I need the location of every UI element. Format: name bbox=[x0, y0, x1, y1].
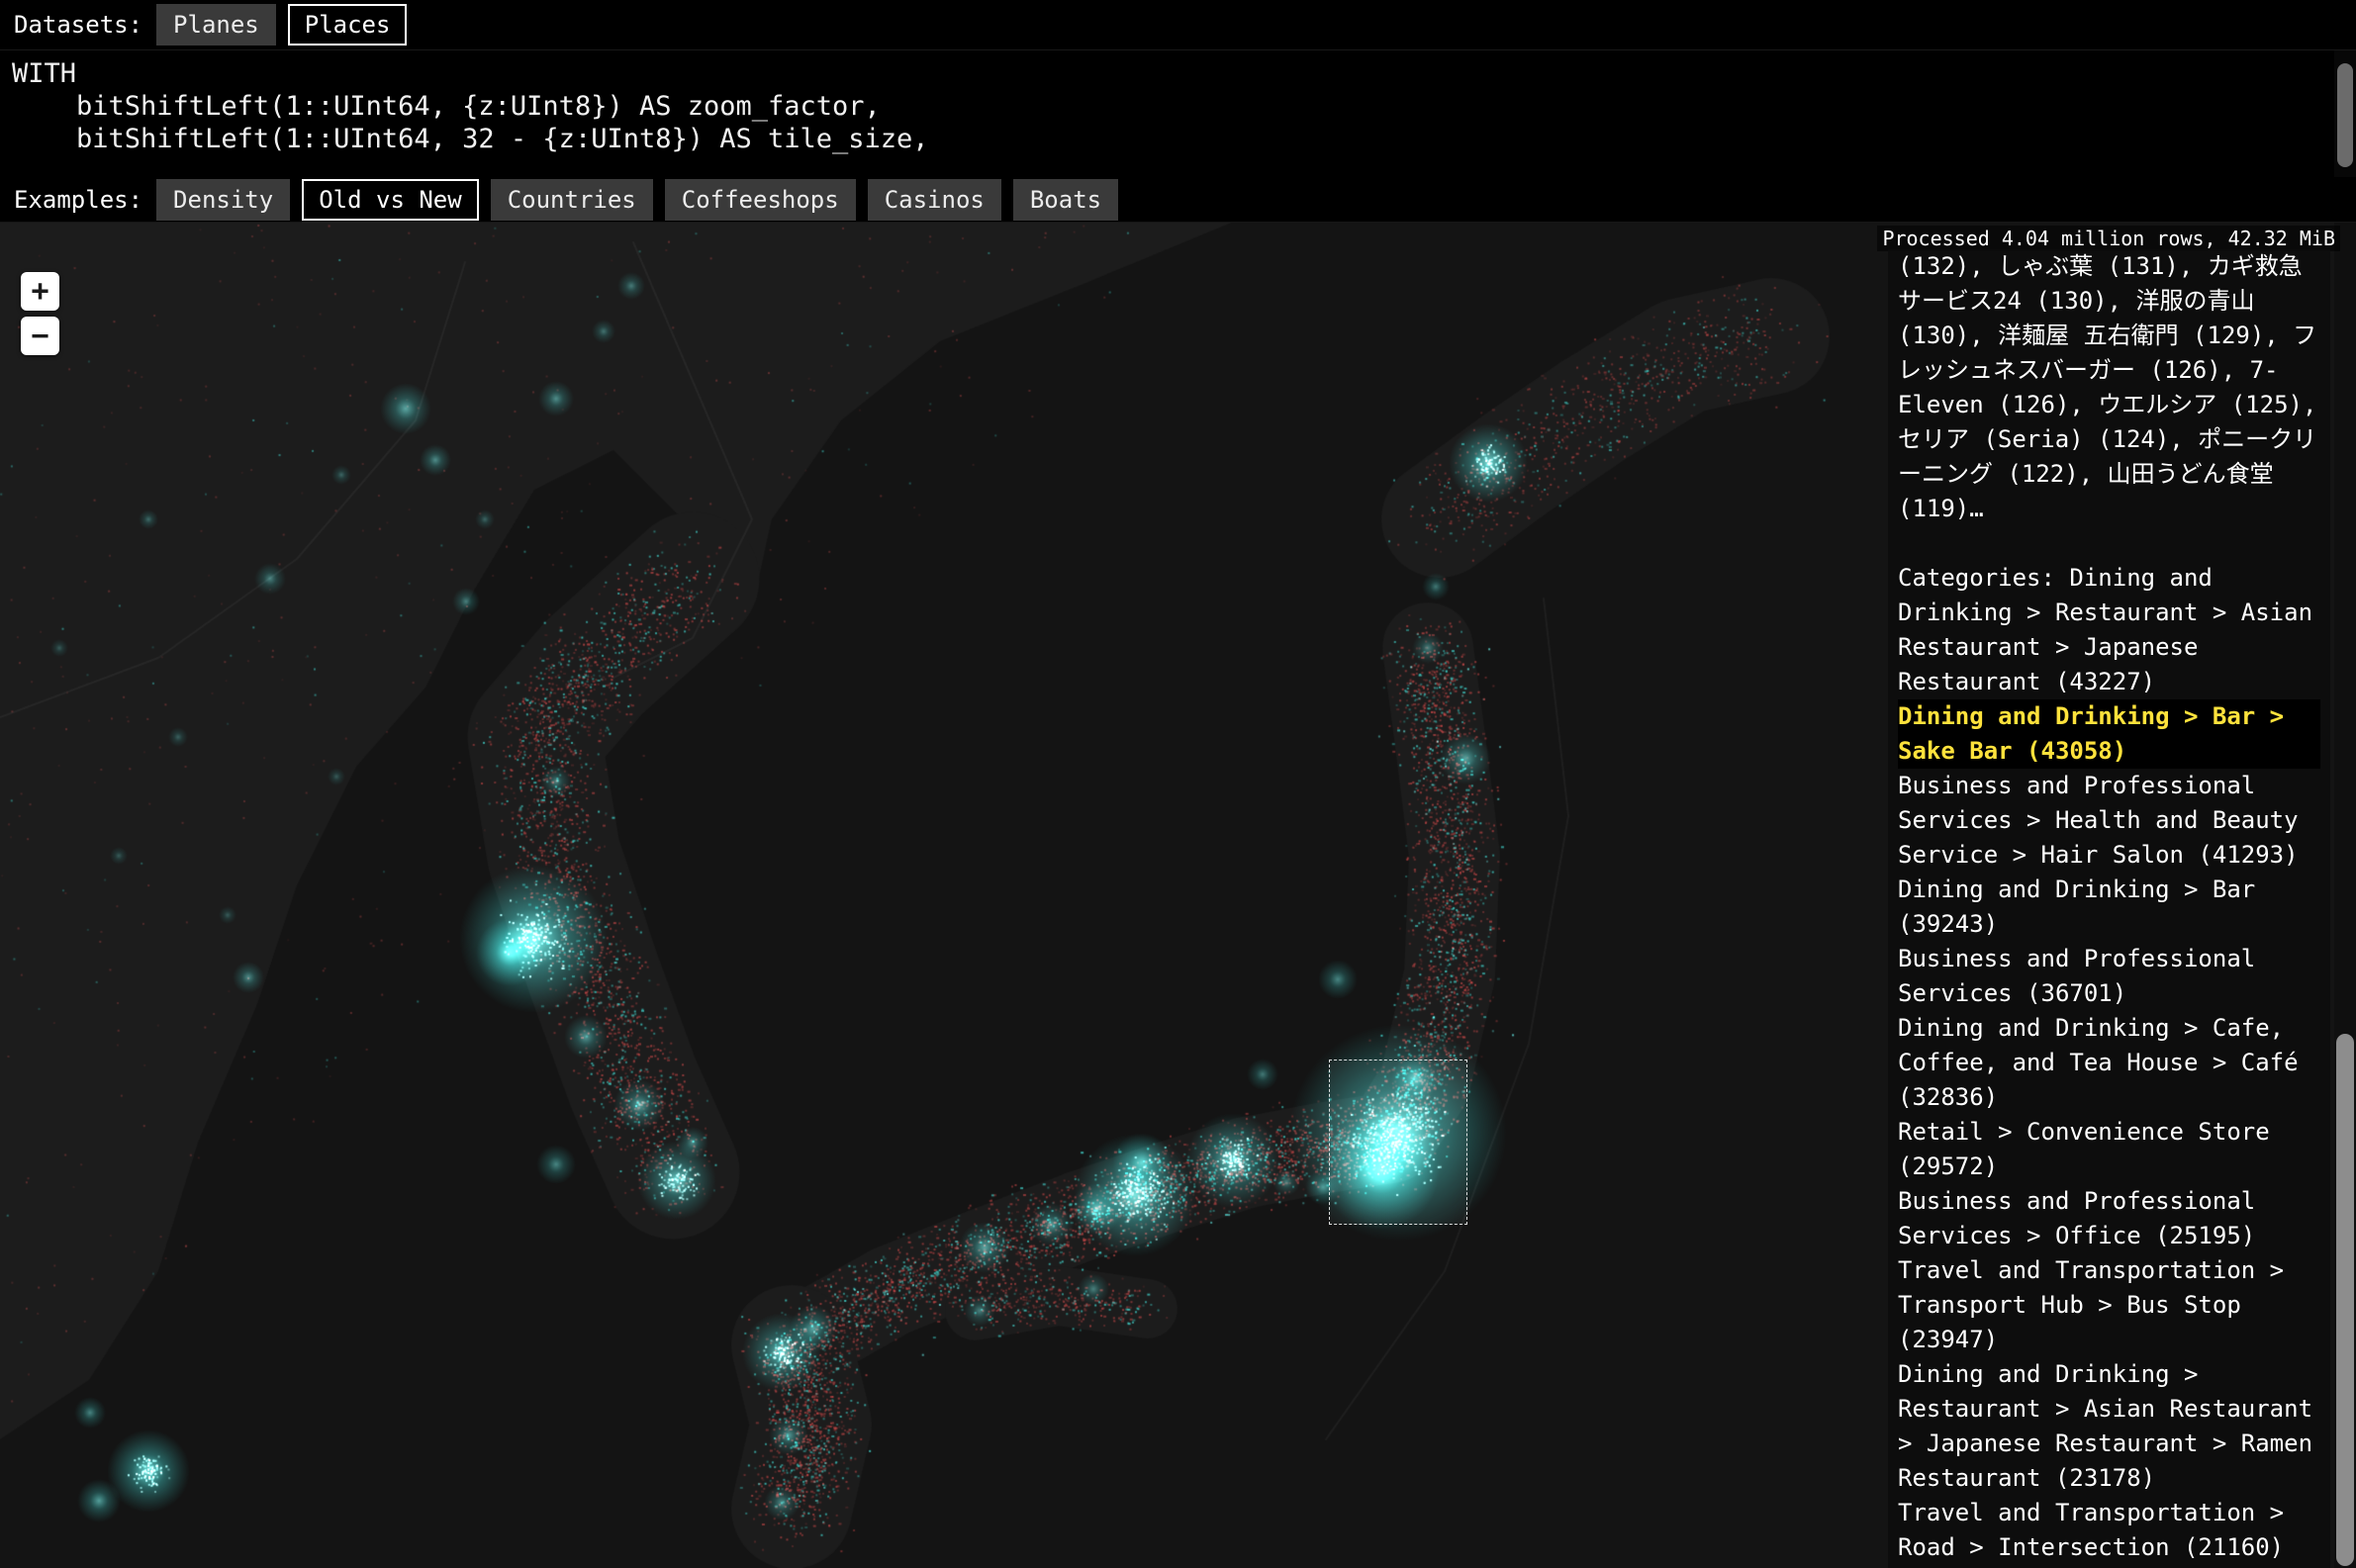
zoom-control: + − bbox=[21, 272, 59, 355]
categories-label: Categories: bbox=[1898, 564, 2069, 592]
sql-editor-panel: WITH bitShiftLeft(1::UInt64, {z:UInt8}) … bbox=[0, 49, 2356, 177]
example-button-casinos[interactable]: Casinos bbox=[868, 179, 1001, 221]
top-names-text: (132), しゃぶ葉 (131), カギ救急サービス24 (130), 洋服の… bbox=[1898, 249, 2320, 526]
dataset-button-places[interactable]: Places bbox=[288, 4, 408, 46]
example-button-countries[interactable]: Countries bbox=[491, 179, 653, 221]
example-button-coffeeshops[interactable]: Coffeeshops bbox=[665, 179, 856, 221]
category-item: Business and Professional Services > Off… bbox=[1898, 1184, 2320, 1253]
zoom-out-button[interactable]: − bbox=[21, 317, 59, 355]
example-button-old-vs-new[interactable]: Old vs New bbox=[302, 179, 479, 221]
category-item: Dining and Drinking > Cafe, Coffee, and … bbox=[1898, 1011, 2320, 1115]
example-buttons: Density Old vs New Countries Coffeeshops Cas… bbox=[156, 179, 1118, 221]
example-button-boats[interactable]: Boats bbox=[1013, 179, 1118, 221]
category-item: Business and Professional Services > Hea… bbox=[1898, 769, 2320, 873]
examples-label: Examples: bbox=[14, 186, 142, 214]
category-item: Retail > Convenience Store (29572) bbox=[1898, 1115, 2320, 1184]
category-list: Categories: Dining and Drinking > Restau… bbox=[1898, 561, 2320, 1568]
category-item: Travel and Transportation > Transport Hu… bbox=[1898, 1253, 2320, 1357]
category-item: Dining and Drinking > Restaurant > Asian… bbox=[1898, 1357, 2320, 1496]
example-button-density[interactable]: Density bbox=[156, 179, 290, 221]
category-item: Dining and Drinking > Bar > Sake Bar (43… bbox=[1898, 699, 2320, 769]
category-item: Categories: Dining and Drinking > Restau… bbox=[1898, 561, 2320, 699]
datasets-label: Datasets: bbox=[14, 11, 142, 39]
sql-editor[interactable]: WITH bitShiftLeft(1::UInt64, {z:UInt8}) … bbox=[0, 50, 2356, 162]
dataset-button-planes[interactable]: Planes bbox=[156, 4, 276, 46]
category-item: Business and Professional Services (3670… bbox=[1898, 942, 2320, 1011]
sidebar-scrollbar[interactable] bbox=[2334, 223, 2356, 1568]
stats-panel: (132), しゃぶ葉 (131), カギ救急サービス24 (130), 洋服の… bbox=[1888, 249, 2330, 1568]
zoom-in-button[interactable]: + bbox=[21, 272, 59, 311]
category-item: Dining and Drinking > Bar (39243) bbox=[1898, 873, 2320, 942]
editor-scrollbar[interactable] bbox=[2334, 50, 2356, 177]
editor-scrollbar-thumb[interactable] bbox=[2337, 63, 2353, 167]
status-text: Processed 4.04 million rows, 42.32 MiB bbox=[1877, 226, 2340, 251]
category-item: Travel and Transportation > Road > Inter… bbox=[1898, 1496, 2320, 1565]
selection-box[interactable] bbox=[1329, 1060, 1467, 1225]
datasets-bar: Datasets: Planes Places bbox=[0, 0, 2356, 49]
dataset-buttons: Planes Places bbox=[156, 4, 407, 46]
sidebar-scrollbar-thumb[interactable] bbox=[2336, 1034, 2354, 1566]
examples-bar: Examples: Density Old vs New Countries Coff… bbox=[0, 177, 2356, 223]
